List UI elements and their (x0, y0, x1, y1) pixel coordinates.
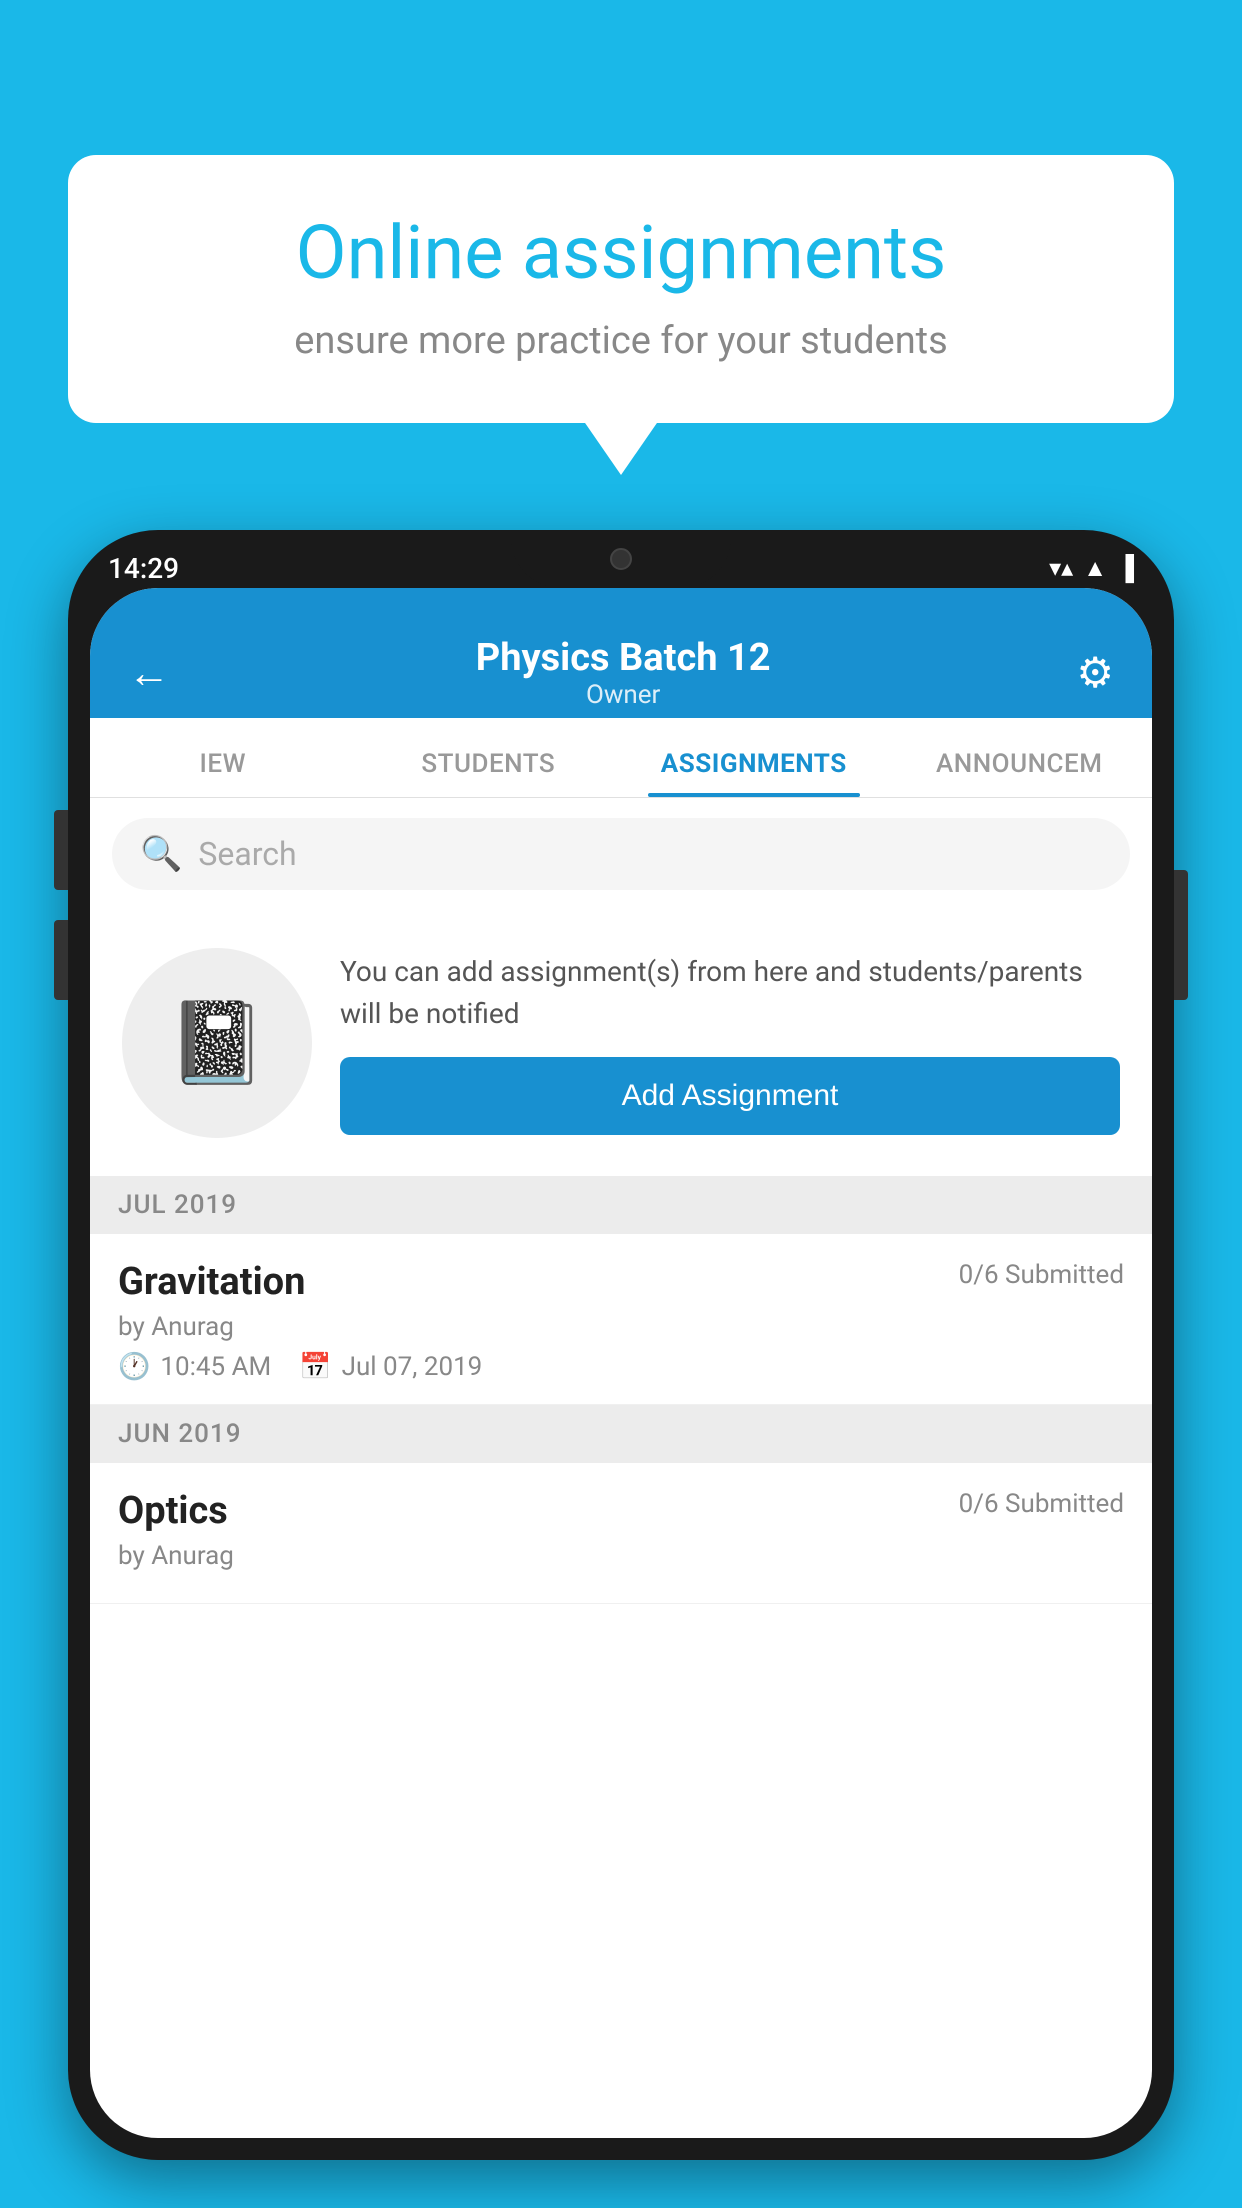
tab-assignments[interactable]: ASSIGNMENTS (621, 749, 887, 797)
tab-announcements[interactable]: ANNOUNCЕМ (887, 749, 1153, 797)
assignment-by-gravitation: by Anurag (118, 1312, 1124, 1342)
calendar-icon: 📅 (299, 1352, 331, 1382)
assignment-item-optics[interactable]: Optics 0/6 Submitted by Anurag (90, 1463, 1152, 1604)
assignment-item-gravitation[interactable]: Gravitation 0/6 Submitted by Anurag 🕐 10… (90, 1234, 1152, 1405)
status-icons: ▾▴ ▲ ▐ (1049, 554, 1134, 583)
empty-state: 📓 You can add assignment(s) from here an… (90, 910, 1152, 1176)
speech-bubble-title: Online assignments (133, 210, 1109, 297)
volume-down-button[interactable] (54, 920, 68, 1000)
search-placeholder: Search (198, 835, 296, 873)
section-header-jul: JUL 2019 (90, 1176, 1152, 1234)
speech-bubble-container: Online assignments ensure more practice … (68, 155, 1174, 423)
tabs-bar: IEW STUDENTS ASSIGNMENTS ANNOUNCЕМ (90, 718, 1152, 798)
screen: ← Physics Batch 12 Owner ⚙ IEW STUDENTS … (90, 588, 1152, 2138)
assignment-top-optics: Optics 0/6 Submitted (118, 1489, 1124, 1533)
assignment-icon-circle: 📓 (122, 948, 312, 1138)
section-header-jun: JUN 2019 (90, 1405, 1152, 1463)
header-title: Physics Batch 12 (476, 636, 771, 680)
assignment-by-optics: by Anurag (118, 1541, 1124, 1571)
assignment-time: 10:45 AM (160, 1352, 271, 1382)
search-bar[interactable]: 🔍 Search (112, 818, 1130, 890)
empty-text: You can add assignment(s) from here and … (340, 951, 1120, 1035)
phone-wrapper: 14:29 ▾▴ ▲ ▐ ← Physics Batch 12 Owner ⚙ … (68, 530, 1174, 2160)
header-center: Physics Batch 12 Owner (476, 636, 771, 710)
header-subtitle: Owner (476, 680, 771, 710)
assignment-top: Gravitation 0/6 Submitted (118, 1260, 1124, 1304)
search-container: 🔍 Search (90, 798, 1152, 910)
empty-right: You can add assignment(s) from here and … (340, 951, 1120, 1135)
wifi-icon: ▾▴ (1049, 554, 1073, 582)
search-icon: 🔍 (140, 834, 182, 874)
back-button[interactable]: ← (128, 649, 170, 698)
status-bar: 14:29 ▾▴ ▲ ▐ (108, 548, 1134, 588)
speech-bubble-subtitle: ensure more practice for your students (133, 319, 1109, 363)
add-assignment-button[interactable]: Add Assignment (340, 1057, 1120, 1135)
tab-students[interactable]: STUDENTS (356, 749, 622, 797)
speech-bubble: Online assignments ensure more practice … (68, 155, 1174, 423)
status-time: 14:29 (108, 552, 179, 585)
tab-overview[interactable]: IEW (90, 749, 356, 797)
assignment-date: Jul 07, 2019 (342, 1352, 483, 1382)
assignment-meta-gravitation: 🕐 10:45 AM 📅 Jul 07, 2019 (118, 1352, 1124, 1382)
clock-icon: 🕐 (118, 1352, 150, 1382)
assignment-name-gravitation: Gravitation (118, 1260, 305, 1304)
notebook-icon: 📓 (167, 996, 267, 1090)
phone-frame: 14:29 ▾▴ ▲ ▐ ← Physics Batch 12 Owner ⚙ … (68, 530, 1174, 2160)
meta-date: 📅 Jul 07, 2019 (299, 1352, 482, 1382)
signal-icon: ▲ (1083, 554, 1107, 583)
assignment-submitted-gravitation: 0/6 Submitted (959, 1260, 1124, 1290)
assignment-name-optics: Optics (118, 1489, 228, 1533)
settings-icon[interactable]: ⚙ (1076, 648, 1114, 698)
volume-up-button[interactable] (54, 810, 68, 890)
meta-time: 🕐 10:45 AM (118, 1352, 271, 1382)
power-button[interactable] (1174, 870, 1188, 1000)
assignment-submitted-optics: 0/6 Submitted (959, 1489, 1124, 1519)
app-header: ← Physics Batch 12 Owner ⚙ (90, 588, 1152, 718)
battery-icon: ▐ (1117, 554, 1134, 583)
